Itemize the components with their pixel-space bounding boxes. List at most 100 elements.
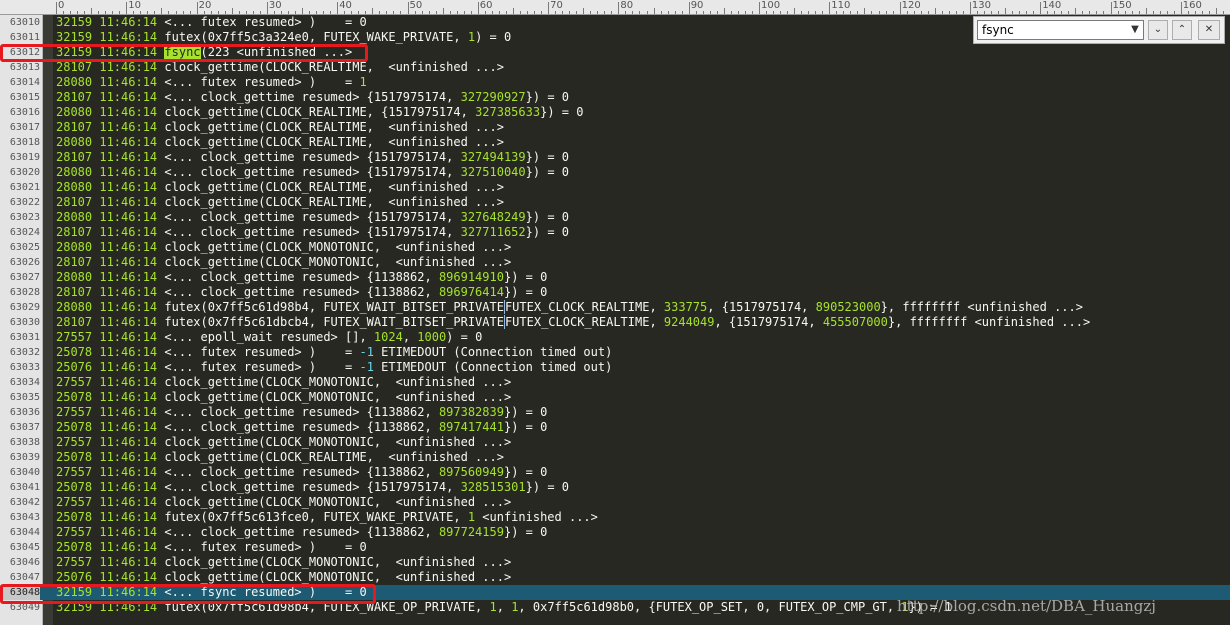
token: clock_gettime(CLOCK_REALTIME, <unfinishe… [164, 120, 504, 134]
find-bar: ▼ ⌄ ⌃ ✕ [973, 16, 1225, 44]
code-line[interactable]: 63024 28107 11:46:14 <... clock_gettime r… [0, 225, 1230, 240]
code-line[interactable]: 63041 25078 11:46:14 <... clock_gettime r… [0, 480, 1230, 495]
code-line[interactable]: 63019 28107 11:46:14 <... clock_gettime r… [0, 150, 1230, 165]
code-line[interactable]: 63029 28080 11:46:14 futex(0x7ff5c61d98b4… [0, 300, 1230, 315]
code-line[interactable]: 63044 27557 11:46:14 <... clock_gettime r… [0, 525, 1230, 540]
find-input[interactable] [977, 20, 1144, 40]
code-line[interactable]: 63045 25078 11:46:14 <... futex resumed> … [0, 540, 1230, 555]
ruler-tick [147, 11, 149, 14]
ruler-tick [780, 11, 782, 14]
code-line[interactable]: 63031 27557 11:46:14 <... epoll_wait resu… [0, 330, 1230, 345]
code-line[interactable]: 63023 28080 11:46:14 <... clock_gettime r… [0, 210, 1230, 225]
ruler-tick [280, 11, 282, 14]
code-line[interactable]: 63022 28107 11:46:14 clock_gettime(CLOCK_… [0, 195, 1230, 210]
line-number: 63030 [9, 317, 40, 328]
token: 11:46:14 [99, 525, 165, 539]
code-line[interactable]: 63012 32159 11:46:14 fsync(223 <unfinishe… [0, 45, 1230, 60]
ruler-tick [815, 11, 817, 14]
code-line[interactable]: 63020 28080 11:46:14 <... clock_gettime r… [0, 165, 1230, 180]
code-line[interactable]: 63014 28080 11:46:14 <... futex resumed> … [0, 75, 1230, 90]
line-number: 63034 [9, 377, 40, 388]
token: 11:46:14 [99, 30, 165, 44]
token: clock_gettime(CLOCK_REALTIME, {151797517… [164, 105, 476, 119]
ruler-tick [386, 11, 388, 14]
code-line[interactable]: 63026 28107 11:46:14 clock_gettime(CLOCK_… [0, 255, 1230, 270]
line-number: 63032 [9, 347, 40, 358]
ruler-tick [449, 11, 451, 14]
token: futex(0x7ff5c613fce0, FUTEX_WAKE_PRIVATE… [164, 510, 468, 524]
code-line[interactable]: 63035 25078 11:46:14 clock_gettime(CLOCK_… [0, 390, 1230, 405]
token: 27557 [56, 330, 100, 344]
code-line[interactable]: 63018 28080 11:46:14 clock_gettime(CLOCK_… [0, 135, 1230, 150]
code-line[interactable]: 63034 27557 11:46:14 clock_gettime(CLOCK_… [0, 375, 1230, 390]
ruler-tick [70, 11, 72, 14]
token: 27557 [56, 525, 100, 539]
code-line[interactable]: 63039 25078 11:46:14 clock_gettime(CLOCK_… [0, 450, 1230, 465]
column-ruler: 0 10 20 30 40 50 60 70 80 90 100 110 120 130 140 150 160 [0, 0, 1230, 15]
token: 32159 [56, 600, 100, 614]
ruler-tick [358, 11, 360, 14]
code-line[interactable]: 63017 28107 11:46:14 clock_gettime(CLOCK_… [0, 120, 1230, 135]
line-number: 63010 [9, 17, 40, 28]
token: 28080 [56, 165, 100, 179]
token: }) = 0 [525, 225, 569, 239]
token: clock_gettime(CLOCK_MONOTONIC, <unfinish… [164, 555, 512, 569]
token: 897724159 [438, 525, 504, 539]
line-number: 63029 [9, 302, 40, 313]
line-number: 63045 [9, 542, 40, 553]
token: }) = 0 [525, 90, 569, 104]
token: ETIMEDOUT (Connection timed out) [373, 345, 613, 359]
code-line[interactable]: 63033 25076 11:46:14 <... futex resumed> … [0, 360, 1230, 375]
code-line[interactable]: 63025 28080 11:46:14 clock_gettime(CLOCK_… [0, 240, 1230, 255]
token: 25078 [56, 345, 100, 359]
token: 890523000 [815, 300, 881, 314]
code-line[interactable]: 63015 28107 11:46:14 <... clock_gettime r… [0, 90, 1230, 105]
ruler-label: 40 [339, 0, 352, 11]
line-number: 63013 [9, 62, 40, 73]
ruler-tick [618, 2, 620, 14]
line-text: 27557 11:46:14 clock_gettime(CLOCK_MONOT… [56, 555, 511, 570]
code-line[interactable]: 63021 28080 11:46:14 clock_gettime(CLOCK_… [0, 180, 1230, 195]
token: 327385633 [475, 105, 541, 119]
code-line[interactable]: 63027 28080 11:46:14 <... clock_gettime r… [0, 270, 1230, 285]
ruler-tick [1068, 11, 1070, 14]
token: 11:46:14 [99, 570, 165, 584]
ruler-tick [892, 11, 894, 14]
ruler-tick [576, 11, 578, 14]
code-line[interactable]: 63047 25076 11:46:14 clock_gettime(CLOCK_… [0, 570, 1230, 585]
code-line[interactable]: 63046 27557 11:46:14 clock_gettime(CLOCK_… [0, 555, 1230, 570]
ruler-tick [1005, 8, 1007, 14]
ruler-tick [962, 11, 964, 14]
code-line[interactable]: 63042 27557 11:46:14 clock_gettime(CLOCK_… [0, 495, 1230, 510]
ruler-tick [295, 11, 297, 14]
token: 327648249 [460, 210, 526, 224]
ruler-tick [1180, 2, 1182, 14]
code-line[interactable]: 63043 25078 11:46:14 futex(0x7ff5c613fce0… [0, 510, 1230, 525]
ruler-tick [1110, 2, 1112, 14]
code-line[interactable]: 63028 28107 11:46:14 <... clock_gettime r… [0, 285, 1230, 300]
code-line[interactable]: 63040 27557 11:46:14 <... clock_gettime r… [0, 465, 1230, 480]
token: }) = 0 [525, 165, 569, 179]
code-line[interactable]: 63013 28107 11:46:14 clock_gettime(CLOCK_… [0, 60, 1230, 75]
code-line[interactable]: 63038 27557 11:46:14 clock_gettime(CLOCK_… [0, 435, 1230, 450]
token: 11:46:14 [99, 255, 165, 269]
code-line[interactable]: 63030 28107 11:46:14 futex(0x7ff5c61dbcb4… [0, 315, 1230, 330]
ruler-tick [569, 11, 571, 14]
ruler-tick [709, 11, 711, 14]
line-text: 28080 11:46:14 <... clock_gettime resume… [56, 270, 547, 285]
token: }) = 0 [540, 105, 584, 119]
token: 32159 [56, 30, 100, 44]
token: ) = 0 [446, 330, 483, 344]
code-line[interactable]: 63037 25078 11:46:14 <... clock_gettime r… [0, 420, 1230, 435]
find-history-dropdown-icon[interactable]: ▼ [1127, 21, 1143, 39]
find-next-chevron-down-icon[interactable]: ⌄ [1148, 20, 1168, 40]
find-close-icon[interactable]: ✕ [1198, 20, 1220, 40]
line-number: 63039 [9, 452, 40, 463]
token: <... clock_gettime resumed> {1517975174, [164, 90, 461, 104]
find-prev-chevron-up-icon[interactable]: ⌃ [1172, 20, 1192, 40]
code-line[interactable]: 63016 28080 11:46:14 clock_gettime(CLOCK_… [0, 105, 1230, 120]
token: 28107 [56, 120, 100, 134]
ruler-tick [498, 11, 500, 14]
code-line[interactable]: 63036 27557 11:46:14 <... clock_gettime r… [0, 405, 1230, 420]
code-line[interactable]: 63032 25078 11:46:14 <... futex resumed> … [0, 345, 1230, 360]
